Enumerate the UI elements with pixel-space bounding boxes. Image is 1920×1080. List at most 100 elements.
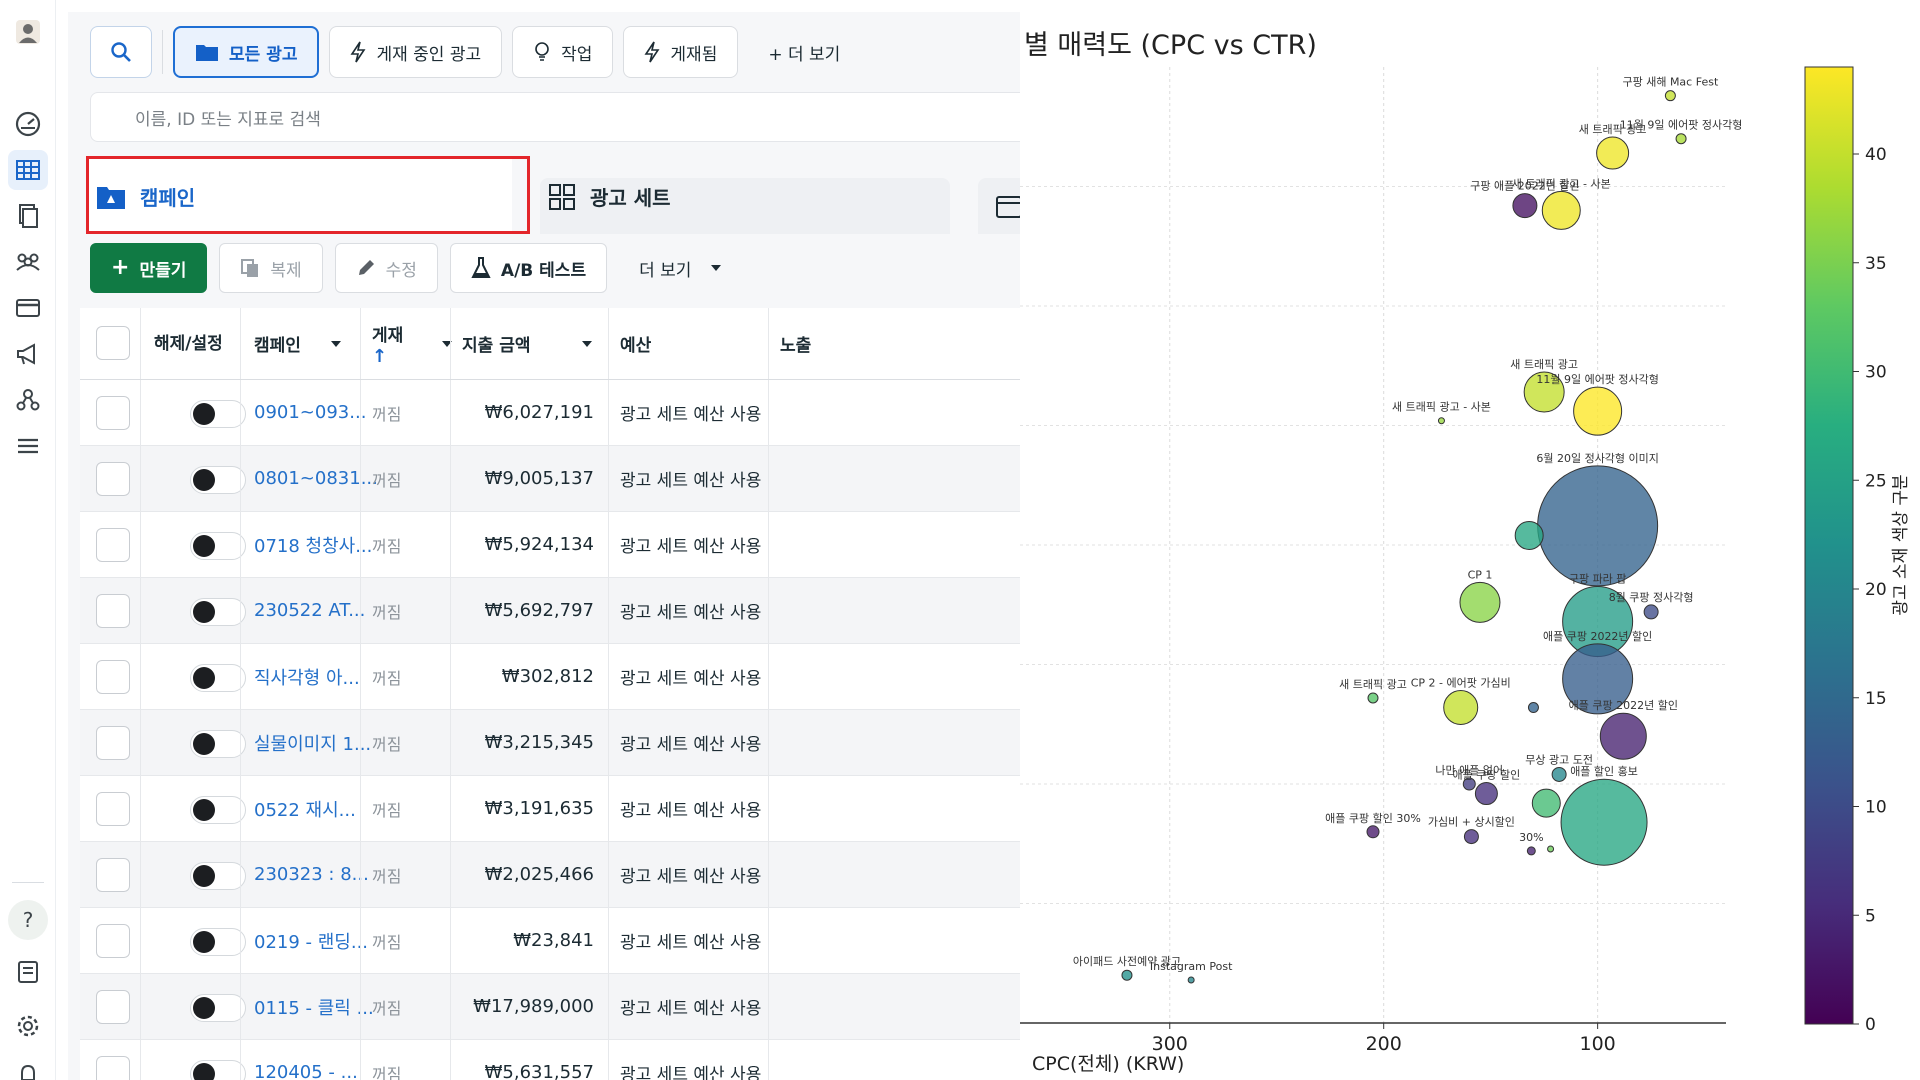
campaign-toggle[interactable] [190, 928, 246, 956]
row-checkbox[interactable] [96, 462, 130, 496]
notifications-bell-icon[interactable] [8, 1054, 48, 1080]
more-actions-dropdown[interactable]: 더 보기 [619, 243, 741, 293]
profile-avatar-icon[interactable] [8, 12, 48, 52]
campaign-name-link[interactable]: 0718 청창사... [254, 512, 372, 577]
bolt-icon [350, 41, 366, 63]
filter-delivered-label: 게재됨 [670, 44, 718, 65]
duplicate-button[interactable]: 복제 [219, 243, 323, 293]
campaign-name-link[interactable]: 직사각형 아... [254, 644, 360, 709]
bubble-point [1547, 845, 1555, 853]
table-row[interactable]: 0718 청창사... 꺼짐 ₩5,924,134 광고 세트 예산 사용 [80, 512, 1020, 578]
amount-spent: ₩5,924,134 [484, 534, 594, 555]
header-impressions[interactable]: 노출 [780, 308, 811, 379]
campaign-name-link[interactable]: 실물이미지 1... [254, 710, 371, 775]
campaigns-table-icon[interactable] [8, 150, 48, 190]
campaign-toggle[interactable] [190, 796, 246, 824]
ab-test-button[interactable]: A/B 테스트 [449, 243, 608, 293]
header-toggle[interactable]: 해제/설정 [154, 308, 234, 379]
row-checkbox[interactable] [96, 1056, 130, 1080]
campaign-name-link[interactable]: 0219 - 랜딩... [254, 908, 368, 973]
campaign-name-link[interactable]: 230323 : 8... [254, 842, 369, 907]
tab-ad-sets-label: 광고 세트 [590, 186, 671, 210]
table-row[interactable]: 실물이미지 1... 꺼짐 ₩3,215,345 광고 세트 예산 사용 [80, 710, 1020, 776]
campaign-toggle[interactable] [190, 466, 246, 494]
campaign-toggle[interactable] [190, 994, 246, 1022]
settings-gear-icon[interactable] [8, 1006, 48, 1046]
row-checkbox[interactable] [96, 858, 130, 892]
colorbar-tick-label: 20 [1865, 580, 1887, 600]
campaign-toggle[interactable] [190, 400, 246, 428]
campaign-name-link[interactable]: 120405 - ... [254, 1040, 358, 1080]
bubble-point [1474, 782, 1498, 806]
row-checkbox[interactable] [96, 660, 130, 694]
table-row[interactable]: 0522 재시... 꺼짐 ₩3,191,635 광고 세트 예산 사용 [80, 776, 1020, 842]
filter-delivered-button[interactable]: 게재됨 [623, 26, 739, 78]
bubble-label: CP 1 [1468, 568, 1493, 581]
row-checkbox[interactable] [96, 594, 130, 628]
edit-button[interactable]: 수정 [334, 243, 438, 293]
row-checkbox[interactable] [96, 990, 130, 1024]
business-network-icon[interactable] [8, 380, 48, 420]
header-spend[interactable]: 지출 금액 [462, 308, 593, 379]
campaign-toggle[interactable] [190, 862, 246, 890]
bubble-label: 애플 할인 홍보 [1570, 764, 1638, 778]
header-delivery-caret[interactable] [432, 308, 452, 379]
campaign-name-link[interactable]: 0115 - 클릭 ... [254, 974, 374, 1039]
campaign-name-link[interactable]: 230522 AT... [254, 578, 365, 643]
table-row[interactable]: 230522 AT... 꺼짐 ₩5,692,797 광고 세트 예산 사용 [80, 578, 1020, 644]
billing-card-icon[interactable] [8, 288, 48, 328]
table-row[interactable]: 120405 - ... 꺼짐 ₩5,631,557 광고 세트 예산 사용 [80, 1040, 1020, 1080]
amount-spent: ₩5,631,557 [484, 1062, 594, 1080]
pages-copy-icon[interactable] [8, 196, 48, 236]
header-campaign[interactable]: 캠페인 [254, 308, 341, 379]
menu-hamburger-icon[interactable] [8, 426, 48, 466]
create-button[interactable]: + 만들기 [90, 243, 208, 293]
filter-active-ads-button[interactable]: 게재 중인 광고 [329, 26, 503, 78]
header-delivery-label: 게재 [372, 325, 404, 346]
bubble-label: Instagram Post [1150, 960, 1233, 973]
help-question-icon[interactable]: ? [8, 900, 48, 940]
header-delivery[interactable]: 게재 ↑ [372, 308, 403, 379]
search-input[interactable]: 이름, ID 또는 지표로 검색 [90, 92, 1020, 142]
bubble-label: 새 트래픽 광고 [1510, 358, 1578, 371]
tab-ads[interactable] [978, 178, 1020, 234]
campaign-toggle[interactable] [190, 730, 246, 758]
campaign-toggle[interactable] [190, 532, 246, 560]
table-row[interactable]: 230323 : 8... 꺼짐 ₩2,025,466 광고 세트 예산 사용 [80, 842, 1020, 908]
duplicate-label: 복제 [270, 260, 302, 281]
campaign-name-link[interactable]: 0901~093... [254, 380, 366, 445]
search-button[interactable] [90, 26, 152, 78]
dashboard-gauge-icon[interactable] [8, 104, 48, 144]
bubble-label: 구팡 새해 Mac Fest [1622, 75, 1718, 89]
amount-spent: ₩302,812 [501, 666, 594, 687]
bubble-label: 8월 쿠팡 정사각형 [1609, 591, 1694, 604]
megaphone-icon[interactable] [8, 334, 48, 374]
table-row[interactable]: 0901~093... 꺼짐 ₩6,027,191 광고 세트 예산 사용 [80, 380, 1020, 446]
row-checkbox[interactable] [96, 924, 130, 958]
filter-tasks-button[interactable]: 작업 [512, 26, 614, 78]
row-checkbox[interactable] [96, 792, 130, 826]
table-row[interactable]: 0801~0831... 꺼짐 ₩9,005,137 광고 세트 예산 사용 [80, 446, 1020, 512]
more-actions-label: 더 보기 [639, 260, 692, 281]
campaign-toggle[interactable] [190, 664, 246, 692]
table-row[interactable]: 0219 - 랜딩... 꺼짐 ₩23,841 광고 세트 예산 사용 [80, 908, 1020, 974]
row-checkbox[interactable] [96, 396, 130, 430]
audiences-people-icon[interactable] [8, 242, 48, 282]
campaign-toggle[interactable] [190, 598, 246, 626]
campaign-name-link[interactable]: 0522 재시... [254, 776, 356, 841]
row-checkbox[interactable] [96, 726, 130, 760]
table-row[interactable]: 0115 - 클릭 ... 꺼짐 ₩17,989,000 광고 세트 예산 사용 [80, 974, 1020, 1040]
header-budget[interactable]: 예산 [620, 308, 651, 379]
table-row[interactable]: 직사각형 아... 꺼짐 ₩302,812 광고 세트 예산 사용 [80, 644, 1020, 710]
campaign-toggle[interactable] [190, 1060, 246, 1080]
filter-more-button[interactable]: + 더 보기 [748, 26, 860, 78]
filter-active-ads-label: 게재 중인 광고 [376, 44, 482, 65]
colorbar-tick-label: 25 [1865, 471, 1887, 491]
toggle-knob [193, 931, 215, 953]
select-all-checkbox[interactable] [96, 326, 130, 360]
row-checkbox[interactable] [96, 528, 130, 562]
reports-notebook-icon[interactable] [8, 952, 48, 992]
bubble-point [1366, 825, 1380, 839]
bubble-point [1459, 581, 1501, 623]
filter-all-ads-button[interactable]: 모든 광고 [173, 26, 320, 78]
